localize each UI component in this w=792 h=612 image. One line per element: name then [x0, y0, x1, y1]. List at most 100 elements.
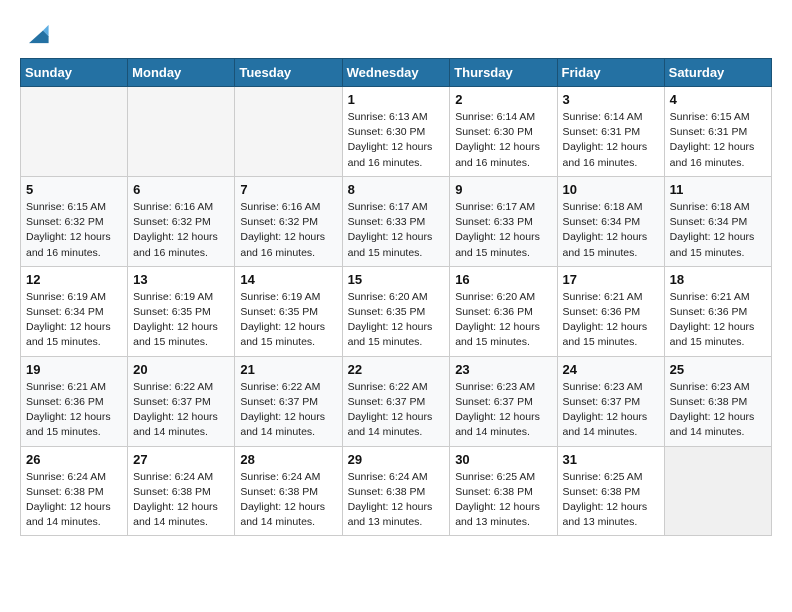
logo-icon: [22, 20, 50, 48]
day-info: Sunrise: 6:19 AMSunset: 6:35 PMDaylight:…: [133, 290, 229, 351]
day-number: 8: [348, 182, 445, 197]
calendar-header-row: SundayMondayTuesdayWednesdayThursdayFrid…: [21, 59, 772, 87]
day-number: 29: [348, 452, 445, 467]
day-number: 17: [563, 272, 659, 287]
day-info: Sunrise: 6:23 AMSunset: 6:37 PMDaylight:…: [563, 380, 659, 441]
calendar-cell: 2 Sunrise: 6:14 AMSunset: 6:30 PMDaylight…: [450, 87, 557, 177]
calendar-cell: 31Sunrise: 6:25 AMSunset: 6:38 PMDayligh…: [557, 446, 664, 536]
calendar-day-header: Friday: [557, 59, 664, 87]
calendar-cell: [21, 87, 128, 177]
calendar-cell: 21 Sunrise: 6:22 AMSunset: 6:37 PMDayligh…: [235, 356, 342, 446]
day-info: Sunrise: 6:16 AMSunset: 6:32 PMDaylight:…: [133, 200, 229, 261]
day-info: Sunrise: 6:21 AMSunset: 6:36 PMDaylight:…: [670, 290, 766, 351]
calendar-cell: 17Sunrise: 6:21 AMSunset: 6:36 PMDayligh…: [557, 266, 664, 356]
calendar-cell: 8 Sunrise: 6:17 AMSunset: 6:33 PMDaylight…: [342, 176, 450, 266]
calendar-cell: 7 Sunrise: 6:16 AMSunset: 6:32 PMDaylight…: [235, 176, 342, 266]
calendar-cell: 18 Sunrise: 6:21 AMSunset: 6:36 PMDayligh…: [664, 266, 771, 356]
day-info: Sunrise: 6:25 AMSunset: 6:38 PMDaylight:…: [563, 470, 659, 531]
calendar-day-header: Saturday: [664, 59, 771, 87]
calendar-cell: 13 Sunrise: 6:19 AMSunset: 6:35 PMDayligh…: [128, 266, 235, 356]
calendar-cell: 3Sunrise: 6:14 AMSunset: 6:31 PMDaylight…: [557, 87, 664, 177]
day-info: Sunrise: 6:14 AMSunset: 6:30 PMDaylight:…: [455, 110, 551, 171]
day-number: 16: [455, 272, 551, 287]
calendar-cell: 16 Sunrise: 6:20 AMSunset: 6:36 PMDayligh…: [450, 266, 557, 356]
calendar-week-row: 1 Sunrise: 6:13 AMSunset: 6:30 PMDaylight…: [21, 87, 772, 177]
day-info: Sunrise: 6:19 AMSunset: 6:35 PMDaylight:…: [240, 290, 336, 351]
day-number: 9: [455, 182, 551, 197]
day-number: 13: [133, 272, 229, 287]
day-number: 21: [240, 362, 336, 377]
calendar-cell: 12 Sunrise: 6:19 AMSunset: 6:34 PMDayligh…: [21, 266, 128, 356]
calendar-week-row: 5 Sunrise: 6:15 AMSunset: 6:32 PMDaylight…: [21, 176, 772, 266]
calendar-cell: 24 Sunrise: 6:23 AMSunset: 6:37 PMDayligh…: [557, 356, 664, 446]
calendar-day-header: Wednesday: [342, 59, 450, 87]
calendar-cell: [664, 446, 771, 536]
day-number: 25: [670, 362, 766, 377]
day-number: 6: [133, 182, 229, 197]
day-info: Sunrise: 6:19 AMSunset: 6:34 PMDaylight:…: [26, 290, 122, 351]
day-number: 4: [670, 92, 766, 107]
calendar-week-row: 12 Sunrise: 6:19 AMSunset: 6:34 PMDayligh…: [21, 266, 772, 356]
logo: [20, 20, 50, 48]
day-number: 24: [563, 362, 659, 377]
day-info: Sunrise: 6:23 AMSunset: 6:38 PMDaylight:…: [670, 380, 766, 441]
calendar-cell: 23 Sunrise: 6:23 AMSunset: 6:37 PMDayligh…: [450, 356, 557, 446]
calendar-cell: 20Sunrise: 6:22 AMSunset: 6:37 PMDayligh…: [128, 356, 235, 446]
calendar-cell: [235, 87, 342, 177]
day-info: Sunrise: 6:20 AMSunset: 6:35 PMDaylight:…: [348, 290, 445, 351]
day-number: 18: [670, 272, 766, 287]
day-number: 23: [455, 362, 551, 377]
calendar-cell: 15 Sunrise: 6:20 AMSunset: 6:35 PMDayligh…: [342, 266, 450, 356]
calendar-cell: 10 Sunrise: 6:18 AMSunset: 6:34 PMDayligh…: [557, 176, 664, 266]
calendar-cell: 25 Sunrise: 6:23 AMSunset: 6:38 PMDayligh…: [664, 356, 771, 446]
day-info: Sunrise: 6:16 AMSunset: 6:32 PMDaylight:…: [240, 200, 336, 261]
calendar-cell: 22Sunrise: 6:22 AMSunset: 6:37 PMDayligh…: [342, 356, 450, 446]
calendar-day-header: Sunday: [21, 59, 128, 87]
calendar-day-header: Tuesday: [235, 59, 342, 87]
day-info: Sunrise: 6:22 AMSunset: 6:37 PMDaylight:…: [133, 380, 229, 441]
calendar-day-header: Monday: [128, 59, 235, 87]
day-info: Sunrise: 6:18 AMSunset: 6:34 PMDaylight:…: [563, 200, 659, 261]
day-info: Sunrise: 6:22 AMSunset: 6:37 PMDaylight:…: [240, 380, 336, 441]
day-info: Sunrise: 6:20 AMSunset: 6:36 PMDaylight:…: [455, 290, 551, 351]
day-number: 12: [26, 272, 122, 287]
calendar-cell: 28 Sunrise: 6:24 AMSunset: 6:38 PMDayligh…: [235, 446, 342, 536]
day-number: 11: [670, 182, 766, 197]
day-info: Sunrise: 6:17 AMSunset: 6:33 PMDaylight:…: [455, 200, 551, 261]
calendar-cell: 5 Sunrise: 6:15 AMSunset: 6:32 PMDaylight…: [21, 176, 128, 266]
day-number: 19: [26, 362, 122, 377]
day-number: 10: [563, 182, 659, 197]
day-number: 22: [348, 362, 445, 377]
calendar-cell: 14 Sunrise: 6:19 AMSunset: 6:35 PMDayligh…: [235, 266, 342, 356]
day-info: Sunrise: 6:15 AMSunset: 6:31 PMDaylight:…: [670, 110, 766, 171]
day-number: 14: [240, 272, 336, 287]
calendar-cell: 27 Sunrise: 6:24 AMSunset: 6:38 PMDayligh…: [128, 446, 235, 536]
day-info: Sunrise: 6:23 AMSunset: 6:37 PMDaylight:…: [455, 380, 551, 441]
calendar-day-header: Thursday: [450, 59, 557, 87]
day-info: Sunrise: 6:17 AMSunset: 6:33 PMDaylight:…: [348, 200, 445, 261]
calendar-cell: 26Sunrise: 6:24 AMSunset: 6:38 PMDayligh…: [21, 446, 128, 536]
calendar-cell: [128, 87, 235, 177]
day-number: 15: [348, 272, 445, 287]
day-number: 7: [240, 182, 336, 197]
page-header: [20, 20, 772, 48]
calendar-week-row: 26Sunrise: 6:24 AMSunset: 6:38 PMDayligh…: [21, 446, 772, 536]
day-info: Sunrise: 6:24 AMSunset: 6:38 PMDaylight:…: [133, 470, 229, 531]
calendar-cell: 11Sunrise: 6:18 AMSunset: 6:34 PMDayligh…: [664, 176, 771, 266]
day-number: 28: [240, 452, 336, 467]
day-info: Sunrise: 6:24 AMSunset: 6:38 PMDaylight:…: [240, 470, 336, 531]
day-info: Sunrise: 6:15 AMSunset: 6:32 PMDaylight:…: [26, 200, 122, 261]
day-number: 27: [133, 452, 229, 467]
day-number: 2: [455, 92, 551, 107]
day-number: 30: [455, 452, 551, 467]
day-number: 5: [26, 182, 122, 197]
day-info: Sunrise: 6:13 AMSunset: 6:30 PMDaylight:…: [348, 110, 445, 171]
calendar-cell: 9 Sunrise: 6:17 AMSunset: 6:33 PMDaylight…: [450, 176, 557, 266]
day-number: 1: [348, 92, 445, 107]
calendar-table: SundayMondayTuesdayWednesdayThursdayFrid…: [20, 58, 772, 536]
calendar-cell: 19 Sunrise: 6:21 AMSunset: 6:36 PMDayligh…: [21, 356, 128, 446]
calendar-cell: 1 Sunrise: 6:13 AMSunset: 6:30 PMDaylight…: [342, 87, 450, 177]
calendar-cell: 4 Sunrise: 6:15 AMSunset: 6:31 PMDaylight…: [664, 87, 771, 177]
day-info: Sunrise: 6:21 AMSunset: 6:36 PMDaylight:…: [26, 380, 122, 441]
calendar-cell: 6 Sunrise: 6:16 AMSunset: 6:32 PMDaylight…: [128, 176, 235, 266]
